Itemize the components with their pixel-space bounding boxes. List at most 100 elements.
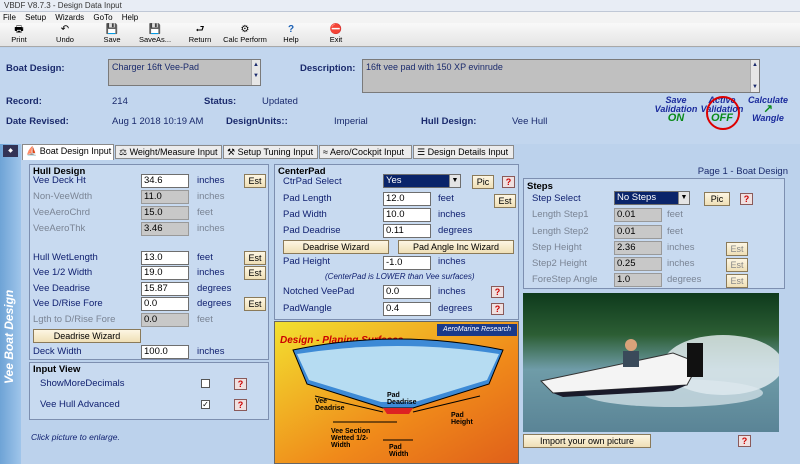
return-button[interactable]: ⮐ Return [185, 24, 215, 46]
unit-label: feet [438, 193, 454, 204]
menu-wizards[interactable]: Wizards [55, 13, 84, 22]
vee-deadrise-input[interactable]: 15.87 [141, 282, 189, 296]
save-validation-toggle[interactable]: Save Validation ON [654, 96, 698, 134]
import-picture-button[interactable]: Import your own picture [523, 434, 651, 448]
design-units-value: Imperial [334, 116, 368, 127]
design-units-label: DesignUnits:: [226, 116, 288, 127]
speedboat-illustration [539, 335, 779, 407]
status-value: Updated [262, 96, 298, 107]
tab-design-details-input[interactable]: ☰ Design Details Input [413, 145, 514, 159]
menu-goto[interactable]: GoTo [93, 13, 112, 22]
vee-deck-ht-input[interactable]: 34.6 [141, 174, 189, 188]
help-button[interactable]: ? [234, 378, 247, 390]
help-button[interactable]: ? [491, 303, 504, 315]
record-value: 214 [112, 96, 128, 107]
non-vee-width-input[interactable]: 11.0 [141, 190, 189, 204]
length-step1-input[interactable]: 0.01 [614, 208, 662, 222]
vee-deadrise-label: Vee Deadrise [33, 283, 91, 294]
pad-deadrise-wizard-button[interactable]: Deadrise Wizard [283, 240, 389, 254]
chevron-down-icon[interactable]: ▼ [449, 175, 460, 187]
active-validation-toggle[interactable]: Active Validation OFF [700, 96, 744, 134]
est-button[interactable]: Est [726, 274, 748, 288]
hull-wet-length-input[interactable]: 13.0 [141, 251, 189, 265]
vee-deadrise-fore-input[interactable]: 0.0 [141, 297, 189, 311]
step2-height-input[interactable]: 0.25 [614, 257, 662, 271]
scrollbar[interactable]: ▲ ▼ [251, 60, 260, 85]
vee-half-width-input[interactable]: 19.0 [141, 266, 189, 280]
pad-wangle-input[interactable]: 0.4 [383, 302, 431, 316]
vee-aero-thk-input[interactable]: 3.46 [141, 222, 189, 236]
length-to-deadrise-fore-input[interactable]: 0.0 [141, 313, 189, 327]
save-button[interactable]: 💾 Save [97, 24, 127, 46]
side-banner: ◆ Vee Boat Design [0, 144, 21, 464]
pad-deadrise-input[interactable]: 0.11 [383, 224, 431, 238]
boat-photo[interactable] [523, 293, 779, 432]
notched-veepad-input[interactable]: 0.0 [383, 285, 431, 299]
deadrise-wizard-button[interactable]: Deadrise Wizard [33, 329, 141, 343]
scrollbar[interactable]: ▲ ▼ [750, 60, 759, 92]
pad-length-input[interactable]: 12.0 [383, 192, 431, 206]
vee-aero-thk-label: VeeAeroThk [33, 223, 86, 234]
boat-design-panel: Page 1 - Boat Design Hull Design Vee Dec… [21, 160, 800, 464]
unit-label: feet [197, 252, 213, 263]
deck-width-input[interactable]: 100.0 [141, 345, 189, 359]
pad-angle-inc-wizard-button[interactable]: Pad Angle Inc Wizard [398, 240, 514, 254]
centerpad-group: CenterPad CtrPad Select Yes ▼ Pic ? Pad … [274, 164, 519, 320]
est-button[interactable]: Est [726, 258, 748, 272]
menu-file[interactable]: File [3, 13, 16, 22]
tab-setup-tuning-input[interactable]: ⚒ Setup Tuning Input [223, 145, 318, 159]
non-vee-width-label: Non-VeeWdth [33, 191, 93, 202]
step-height-input[interactable]: 2.36 [614, 241, 662, 255]
hull-design-value: Vee Hull [512, 116, 548, 127]
est-button[interactable]: Est [494, 194, 516, 208]
help-button[interactable]: ? [738, 435, 751, 447]
unit-label: inches [197, 175, 225, 186]
pic-button[interactable]: Pic [472, 175, 494, 189]
window-title-bar: VBDF V8.7.3 - Design Data Input [0, 0, 800, 12]
design-header: Boat Design: Charger 16ft Vee-Pad ▲ ▼ Des… [0, 48, 800, 144]
hull-wet-length-label: Hull WetLength [33, 252, 98, 263]
est-button[interactable]: Est [244, 266, 266, 280]
help-button[interactable]: ? [234, 399, 247, 411]
vee-hull-advanced-checkbox[interactable]: ✓ [201, 400, 210, 409]
undo-button[interactable]: ↶ Undo [50, 24, 80, 46]
boat-design-field[interactable]: Charger 16ft Vee-Pad ▲ ▼ [108, 59, 261, 86]
toolbar: 🖶 Print ↶ Undo 💾 Save 💾 SaveAs... ⮐ Retu… [0, 23, 800, 47]
chevron-down-icon[interactable]: ▼ [678, 192, 689, 204]
pad-height-input[interactable]: -1.0 [383, 256, 431, 270]
vee-aero-chord-input[interactable]: 15.0 [141, 206, 189, 220]
menu-help[interactable]: Help [122, 13, 138, 22]
tab-weight-measure-input[interactable]: ⚖ Weight/Measure Input [115, 145, 222, 159]
tab-boat-design-input[interactable]: ⛵ Boat Design Input [22, 144, 114, 160]
no-symbol-icon [706, 96, 740, 130]
ctrpad-select-dropdown[interactable]: Yes ▼ [383, 174, 461, 188]
help-button[interactable]: ? Help [278, 24, 304, 46]
exit-button[interactable]: ⛔ Exit [323, 24, 349, 46]
tab-aero-cockpit-input[interactable]: ≈ Aero/Cockpit Input [319, 145, 412, 159]
show-more-decimals-checkbox[interactable] [201, 379, 210, 388]
print-button[interactable]: 🖶 Print [4, 24, 34, 46]
save-as-button[interactable]: 💾 SaveAs... [138, 24, 172, 46]
step2-height-label: Step2 Height [532, 258, 587, 269]
boat-design-label: Boat Design: [6, 63, 65, 74]
est-button[interactable]: Est [244, 297, 266, 311]
pic-button[interactable]: Pic [704, 192, 730, 206]
est-button[interactable]: Est [244, 251, 266, 265]
calculate-wangle-button[interactable]: Calculate ↗ Wangle [746, 96, 790, 134]
help-button[interactable]: ? [740, 193, 753, 205]
length-step2-input[interactable]: 0.01 [614, 225, 662, 239]
step-select-dropdown[interactable]: No Steps ▼ [614, 191, 690, 205]
planing-surfaces-diagram[interactable]: Design - Planing Surfaces AeroMarine Res… [274, 321, 519, 464]
boat-icon: ⛵ [26, 146, 38, 156]
calc-perform-button[interactable]: ⚙ Calc Perform [223, 24, 267, 46]
forestep-angle-input[interactable]: 1.0 [614, 273, 662, 287]
help-button[interactable]: ? [491, 286, 504, 298]
menu-setup[interactable]: Setup [25, 13, 46, 22]
est-button[interactable]: Est [244, 174, 266, 188]
hull-design-group: Hull Design Vee Deck Ht 34.6 inches Est … [29, 164, 269, 360]
unit-label: degrees [438, 225, 473, 236]
description-field[interactable]: 16ft vee pad with 150 XP evinrude ▲ ▼ [362, 59, 760, 93]
pad-width-input[interactable]: 10.0 [383, 208, 431, 222]
help-button[interactable]: ? [502, 176, 515, 188]
est-button[interactable]: Est [726, 242, 748, 256]
